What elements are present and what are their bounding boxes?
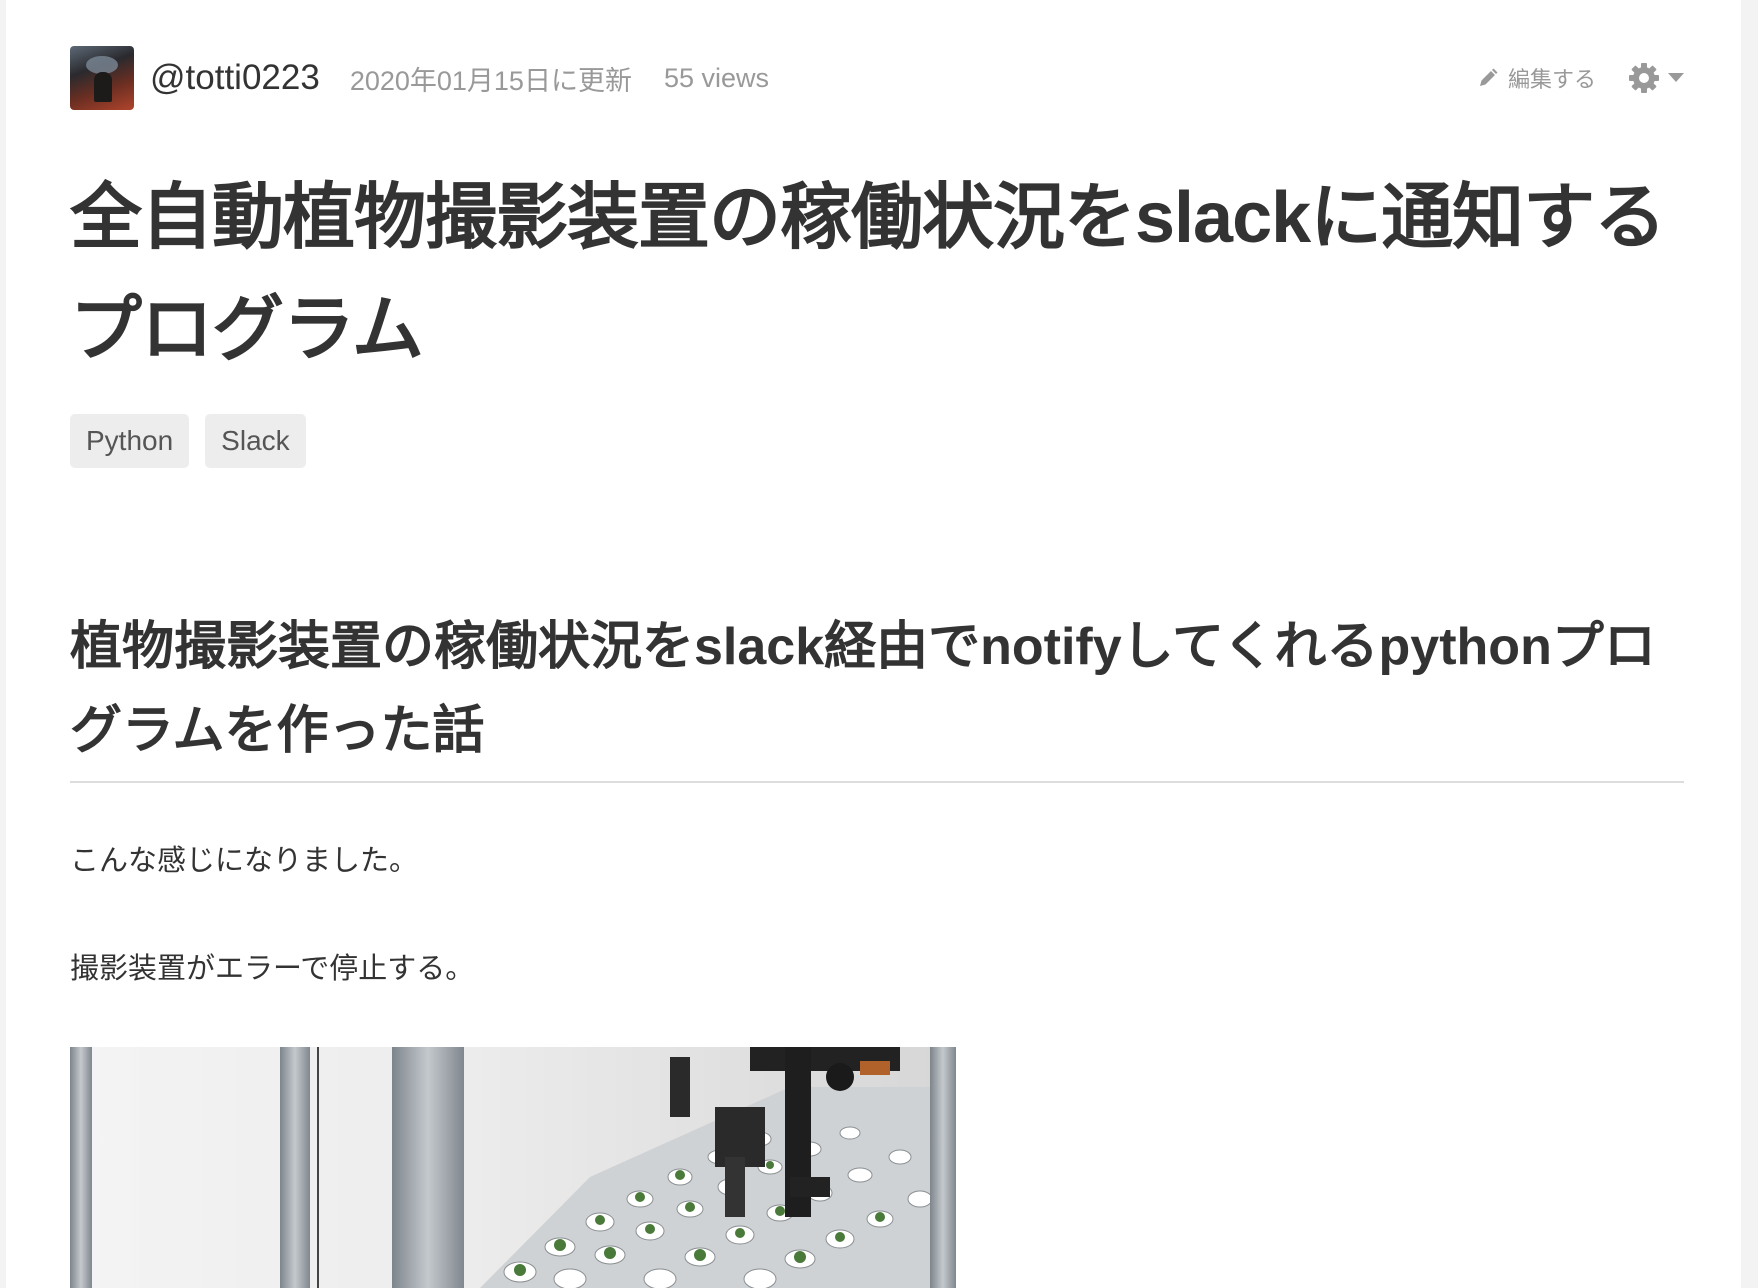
article-image: [70, 1047, 956, 1288]
plant-imaging-apparatus-photo: [70, 1047, 956, 1288]
pencil-icon: [1479, 68, 1498, 86]
tag-slack[interactable]: Slack: [205, 414, 306, 468]
tag-list: Python Slack: [70, 414, 322, 468]
updated-date: 2020年01月15日に更新: [349, 65, 632, 96]
edit-button[interactable]: 編集する: [1478, 62, 1596, 94]
settings-dropdown[interactable]: [1628, 62, 1684, 94]
page-title: 全自動植物撮影装置の稼働状況をslackに通知するプログラム: [70, 178, 1666, 370]
gear-icon: [1629, 63, 1659, 93]
view-count: 55 views: [663, 62, 769, 93]
edit-label: 編集する: [1507, 67, 1596, 92]
paragraph: こんな感じになりました。: [70, 845, 419, 877]
tag-python[interactable]: Python: [70, 414, 190, 468]
avatar[interactable]: [70, 46, 134, 110]
header-actions: 編集する: [1478, 62, 1684, 94]
author-username[interactable]: @totti0223: [150, 58, 320, 98]
caret-down-icon: [1668, 73, 1684, 82]
section-heading: 植物撮影装置の稼働状況をslack経由でnotifyしてくれるpythonプログ…: [70, 605, 1684, 783]
paragraph: 撮影装置がエラーで停止する。: [70, 953, 475, 985]
article-header: @totti0223 2020年01月15日に更新 55 views 編集する: [70, 46, 1684, 110]
article-page: @totti0223 2020年01月15日に更新 55 views 編集する: [6, 0, 1741, 1288]
